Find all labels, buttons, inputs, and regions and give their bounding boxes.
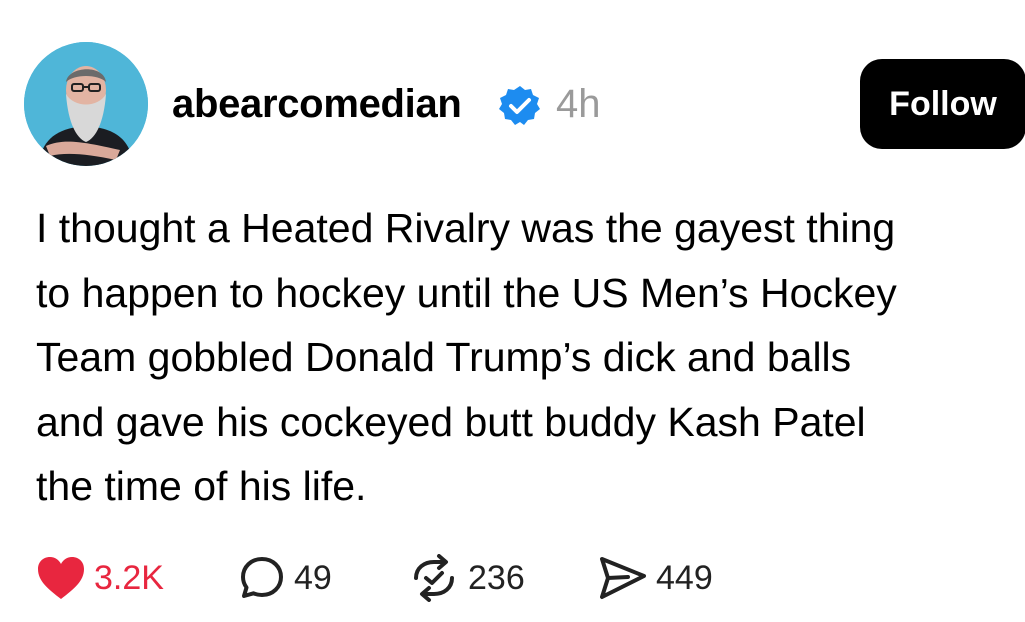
like-count: 3.2K [94,559,164,597]
reply-button[interactable]: 49 [238,552,332,604]
like-button[interactable]: 3.2K [36,552,164,604]
action-bar: 3.2K 49 236 449 [36,552,936,604]
repost-icon [408,554,460,602]
username[interactable]: abearcomedian [172,80,462,128]
share-button[interactable]: 449 [598,552,713,604]
timestamp: 4h [556,82,601,126]
post-card: abearcomedian 4h Follow I thought a Heat… [0,0,1025,622]
verified-badge-icon [498,84,542,128]
comment-icon [238,554,286,602]
avatar[interactable] [24,42,148,166]
avatar-image [24,42,148,166]
repost-count: 236 [468,559,525,597]
follow-button[interactable]: Follow [860,59,1025,149]
send-icon [598,555,648,601]
heart-icon [36,555,86,601]
post-text: I thought a Heated Rivalry was the gayes… [36,205,897,509]
reply-count: 49 [294,559,332,597]
share-count: 449 [656,559,713,597]
repost-button[interactable]: 236 [408,552,525,604]
